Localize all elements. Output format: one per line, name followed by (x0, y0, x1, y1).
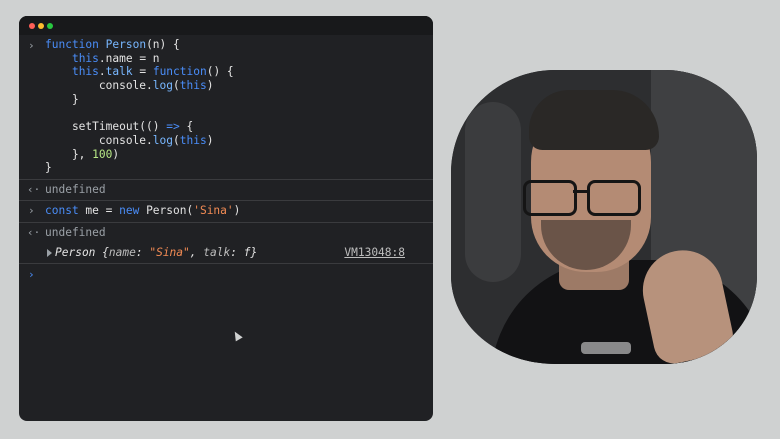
result-value: undefined (45, 225, 106, 239)
code-line: this.talk = function() { (71, 65, 234, 79)
code-line: } (45, 161, 52, 175)
console-result-row: ‹· undefined (19, 180, 433, 201)
object-class-name: Person (55, 245, 96, 259)
code-line: const me = new Person('Sina') (45, 203, 241, 217)
code-line: } (45, 92, 79, 106)
object-key-name: name (108, 245, 136, 259)
object-open-brace: { (95, 245, 109, 259)
return-arrow-icon: ‹· (27, 182, 41, 196)
input-prompt-chevron-icon: › (28, 267, 35, 281)
logged-object-row[interactable]: Person {name: "Sina", talk: f} VM13048:8 (19, 243, 433, 264)
comma: , (189, 245, 204, 259)
presenter-glasses (523, 180, 649, 216)
code-line: setTimeout(() => { (45, 120, 194, 134)
minimize-window-button[interactable] (38, 23, 44, 29)
video-background-arch (465, 102, 521, 282)
colon: : (230, 245, 244, 259)
presenter-video (451, 70, 757, 364)
window-titlebar (19, 16, 433, 35)
object-value-name: "Sina" (149, 245, 190, 259)
console-entry-instantiation[interactable]: › const me = new Person('Sina') (19, 201, 433, 223)
prompt-chevron-icon: › (28, 203, 35, 217)
shirt-logo (581, 342, 631, 354)
return-arrow-icon: ‹· (27, 225, 41, 239)
code-line: console.log(this) (45, 79, 214, 93)
expand-triangle-icon[interactable] (47, 248, 52, 257)
object-key-talk: talk (203, 245, 231, 259)
prompt-chevron-icon: › (28, 39, 35, 52)
presenter-hair (529, 90, 659, 150)
console-entry-function-definition[interactable]: › function Person(n) { this.name = n thi… (19, 35, 433, 180)
result-value: undefined (45, 182, 106, 196)
console-result-row: ‹· undefined (19, 223, 433, 243)
code-block: const me = new Person('Sina') (19, 201, 433, 222)
console-input-row[interactable]: › (19, 264, 433, 286)
close-window-button[interactable] (29, 23, 35, 29)
mouse-cursor-icon (231, 329, 243, 342)
code-line: console.log(this) (45, 133, 214, 147)
glasses-lens-left (523, 180, 577, 216)
maximize-window-button[interactable] (47, 23, 53, 29)
glasses-lens-right (587, 180, 641, 216)
code-line: function Person(n) { (45, 38, 180, 51)
code-line: this.name = n (71, 51, 160, 65)
code-block: function Person(n) { this.name = n this.… (19, 35, 433, 179)
object-close-brace: } (250, 245, 258, 259)
code-line: }, 100) (45, 147, 120, 161)
source-location-link[interactable]: VM13048:8 (344, 243, 405, 263)
colon: : (135, 245, 150, 259)
devtools-console: › function Person(n) { this.name = n thi… (19, 16, 433, 421)
